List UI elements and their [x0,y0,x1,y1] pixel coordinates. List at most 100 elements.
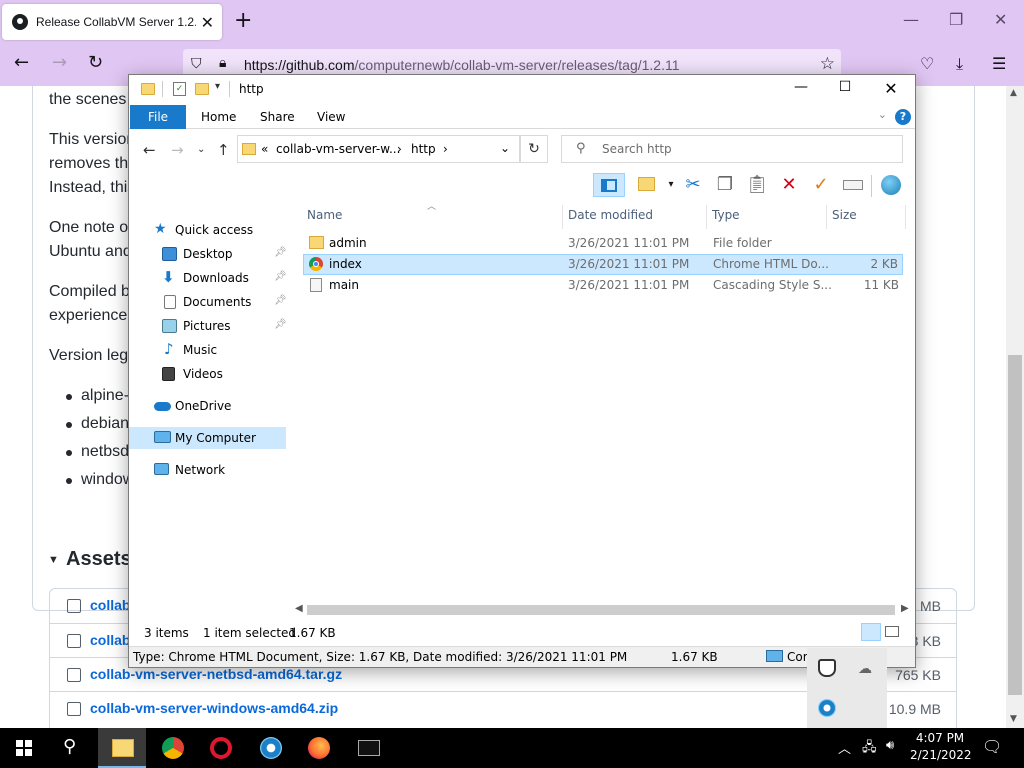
file-row-selected[interactable]: index 3/26/2021 11:01 PM Chrome HTML Do.… [303,254,903,275]
breadcrumb-current[interactable]: http [411,142,436,156]
tab-home[interactable]: Home [201,110,236,124]
pin-icon[interactable]: 📌︎ [274,319,287,330]
assets-heading[interactable]: Assets [66,548,132,571]
details-view-icon[interactable] [861,623,881,641]
assets-toggle-icon[interactable]: ▼ [48,554,59,566]
checkmark-icon[interactable]: ✓ [809,173,833,197]
nav-pictures[interactable]: Pictures 📌︎ [129,315,287,337]
asset-link[interactable]: collab-vm-server-windows-amd64.zip [90,700,338,716]
scroll-left-icon[interactable]: ◀ [295,603,303,614]
nav-onedrive[interactable]: OneDrive [129,395,287,417]
column-date-modified[interactable]: Date modified [568,208,653,232]
taskbar-terminal[interactable] [344,728,392,768]
pin-icon[interactable]: 📌︎ [274,295,287,306]
cut-icon[interactable]: ✂ [681,173,705,197]
address-bar[interactable]: « collab-vm-server-w... › http › ⌄ [237,135,520,163]
close-tab-icon[interactable]: ✕ [201,13,214,32]
nav-quick-access[interactable]: ★ Quick access [129,219,287,241]
expand-ribbon-icon[interactable]: ⌄ [878,108,887,121]
nav-desktop[interactable]: Desktop 📌︎ [129,243,287,265]
scroll-down-icon[interactable]: ▼ [1010,714,1017,724]
nav-music[interactable]: ♪ Music [129,339,287,361]
breadcrumb-sep[interactable]: › [443,142,448,156]
address-dropdown-icon[interactable]: ⌄ [500,141,510,155]
back-icon[interactable]: ← [143,141,156,159]
clock-date[interactable]: 2/21/2022 [910,748,972,762]
shield-icon[interactable]: ⛉ [191,56,202,72]
file-row[interactable]: admin 3/26/2021 11:01 PM File folder [303,233,903,254]
new-tab-button[interactable]: + [234,8,252,33]
large-icons-view-icon[interactable] [885,626,899,637]
rename-icon[interactable] [841,173,865,197]
taskbar-chrome[interactable] [148,728,196,768]
show-hidden-icons-icon[interactable]: ︿ [838,738,851,757]
app-tray-icon[interactable] [818,699,836,717]
pocket-icon[interactable]: ♡ [920,54,934,73]
security-shield-icon[interactable] [818,659,836,677]
notifications-icon[interactable]: 🗨︎ [982,737,1002,756]
copy-icon[interactable]: ❐ [713,173,737,197]
taskbar-opera[interactable] [196,728,244,768]
url-text[interactable]: https://github.com/computernewb/collab-v… [244,57,680,73]
browser-tab[interactable]: Release CollabVM Server 1.2.11 ✕ [2,4,222,40]
tab-view[interactable]: View [317,110,345,124]
search-button[interactable]: ⚲ [48,728,96,768]
breadcrumb-parent[interactable]: collab-vm-server-w... [276,142,400,156]
pin-icon[interactable]: 📌︎ [274,247,287,258]
horizontal-scrollbar[interactable]: ◀ ▶ [289,603,915,617]
cloud-offline-icon[interactable]: ☁ [858,661,876,679]
start-button[interactable] [0,728,48,768]
close-window-icon[interactable]: ✕ [994,10,1007,29]
new-folder-icon[interactable] [195,83,209,95]
up-icon[interactable]: ↑ [217,141,230,159]
close-icon[interactable]: ✕ [868,79,914,101]
reload-icon[interactable]: ↻ [88,52,103,73]
maximize-icon[interactable]: ☐ [822,79,868,101]
delete-icon[interactable]: ✕ [777,173,801,197]
address-overflow[interactable]: « [261,142,268,156]
nav-videos[interactable]: Videos [129,363,287,385]
menu-icon[interactable]: ☰ [992,54,1006,73]
column-size[interactable]: Size [832,208,857,232]
forward-icon[interactable]: → [171,141,184,159]
network-tray-icon[interactable]: 🖧︎ [862,738,877,760]
taskbar-app[interactable] [246,728,294,768]
properties-icon[interactable]: ✓ [173,82,186,96]
asset-link[interactable]: collab [90,632,130,648]
scroll-right-icon[interactable]: ▶ [901,603,909,614]
search-input[interactable]: ⚲ Search http [561,135,903,163]
asset-link[interactable]: collab-vm-server-netbsd-amd64.tar.gz [90,666,342,682]
volume-icon[interactable]: 🔊︎ [886,738,894,753]
forward-icon[interactable]: → [52,52,67,73]
taskbar-file-explorer[interactable] [98,728,146,768]
file-row[interactable]: main 3/26/2021 11:01 PM Cascading Style … [303,275,903,296]
pin-icon[interactable]: 📌︎ [274,271,287,282]
bookmark-star-icon[interactable]: ☆ [820,54,835,74]
tab-share[interactable]: Share [260,110,295,124]
customize-toolbar-icon[interactable]: ▾ [215,81,220,92]
taskbar-firefox[interactable] [294,728,342,768]
horizontal-scrollbar-thumb[interactable] [307,605,895,615]
clock-time[interactable]: 4:07 PM [912,731,968,745]
minimize-icon[interactable]: — [778,79,824,101]
folder-options-icon[interactable] [635,173,659,197]
column-name[interactable]: Name [307,208,342,232]
globe-icon[interactable] [879,173,903,197]
preview-pane-icon[interactable] [593,173,625,197]
refresh-icon[interactable]: ↻ [520,135,548,163]
restore-icon[interactable]: ❐ [949,10,963,29]
nav-documents[interactable]: Documents 📌︎ [129,291,287,313]
tab-file[interactable]: File [130,105,186,129]
scroll-up-icon[interactable]: ▲ [1010,88,1017,98]
nav-my-computer[interactable]: My Computer [129,427,286,449]
asset-link[interactable]: collab [90,597,130,613]
help-icon[interactable]: ? [895,109,911,125]
page-scrollbar-thumb[interactable] [1008,355,1022,695]
column-type[interactable]: Type [712,208,740,232]
explorer-title-bar[interactable]: ✓ ▾ http — ☐ ✕ [129,75,915,105]
recent-locations-icon[interactable]: ⌄ [197,144,205,155]
lock-icon[interactable]: 🔒︎ [219,55,226,71]
minimize-icon[interactable]: — [903,10,919,29]
paste-icon[interactable]: 📋︎ [745,173,769,197]
back-icon[interactable]: ← [14,52,29,73]
